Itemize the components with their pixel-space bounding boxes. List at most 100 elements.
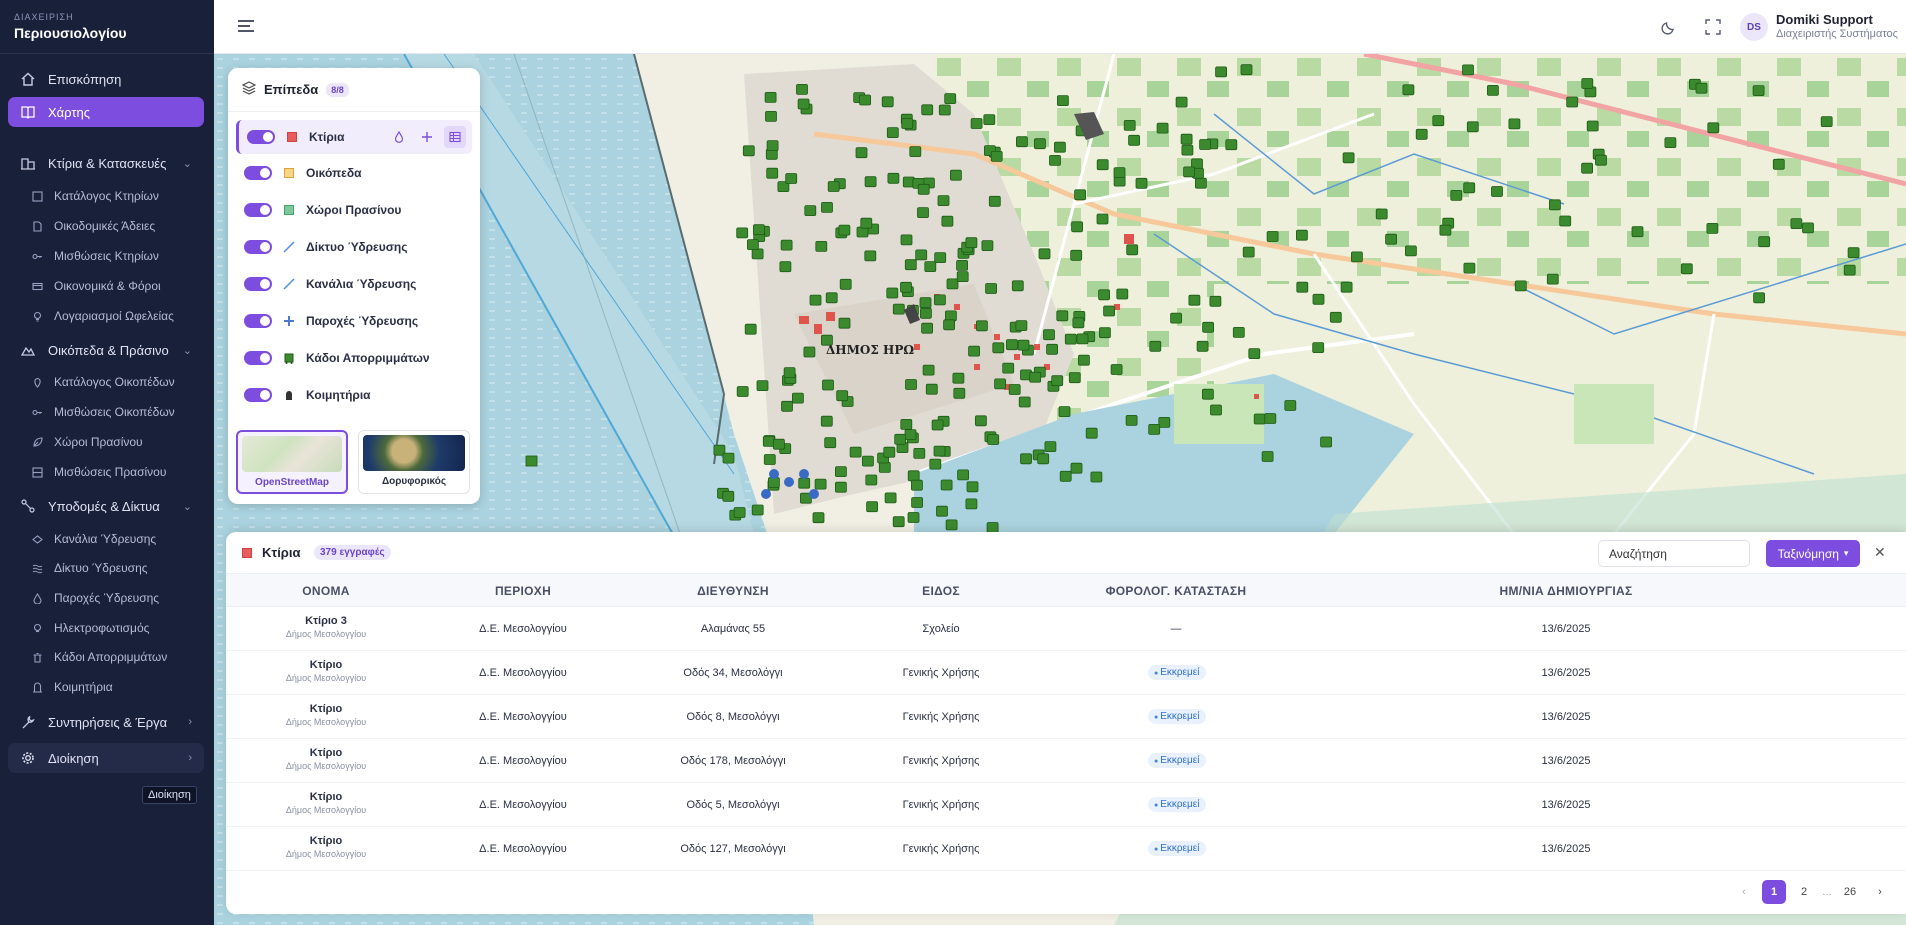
bin-marker[interactable] xyxy=(909,146,922,157)
bin-marker[interactable] xyxy=(1074,189,1086,201)
bin-marker[interactable] xyxy=(985,283,997,294)
pager-page-1[interactable]: 1 xyxy=(1762,880,1786,904)
nav-utility-bills[interactable]: Λογαριασμοί Ωφελείας xyxy=(30,304,208,328)
bin-marker[interactable] xyxy=(911,479,923,491)
bin-marker[interactable] xyxy=(751,504,764,516)
bin-marker[interactable] xyxy=(1215,66,1227,78)
bin-marker[interactable] xyxy=(1116,288,1129,300)
bin-marker[interactable] xyxy=(919,297,932,309)
bin-marker[interactable] xyxy=(1581,162,1593,174)
bin-marker[interactable] xyxy=(722,490,735,502)
layer-row-buildings[interactable]: Κτίρια xyxy=(236,120,472,154)
nav-map[interactable]: Χάρτης xyxy=(8,97,204,127)
bin-marker[interactable] xyxy=(1085,427,1098,439)
nav-plot-leases[interactable]: Μισθώσεις Οικοπέδων xyxy=(30,400,208,424)
bin-marker[interactable] xyxy=(1491,186,1503,197)
bin-marker[interactable] xyxy=(1508,118,1521,130)
bin-marker[interactable] xyxy=(1090,471,1103,483)
bin-marker[interactable] xyxy=(836,390,849,402)
bin-marker[interactable] xyxy=(783,367,796,379)
bin-marker[interactable] xyxy=(1016,136,1028,148)
bin-marker[interactable] xyxy=(1057,95,1069,106)
bin-marker[interactable] xyxy=(1156,122,1169,134)
table-row[interactable]: Κτίριο Δήμος Μεσολογγίου Δ.Ε. Μεσολογγίου Ο… xyxy=(226,783,1906,827)
bin-marker[interactable] xyxy=(1098,289,1110,301)
bin-marker[interactable] xyxy=(1072,317,1085,329)
bin-marker[interactable] xyxy=(1099,327,1111,339)
bin-marker[interactable] xyxy=(905,379,917,390)
bin-marker[interactable] xyxy=(884,492,897,504)
bin-marker[interactable] xyxy=(907,470,920,482)
bin-marker[interactable] xyxy=(1463,182,1476,194)
bin-marker[interactable] xyxy=(762,435,775,447)
bin-marker[interactable] xyxy=(747,239,759,251)
bin-marker[interactable] xyxy=(1261,451,1274,462)
bin-marker[interactable] xyxy=(934,252,947,264)
bin-marker[interactable] xyxy=(1581,78,1594,89)
bin-marker[interactable] xyxy=(1329,311,1342,323)
pager-page-2[interactable]: 2 xyxy=(1792,880,1816,904)
bin-marker[interactable] xyxy=(1126,244,1139,256)
nav-plot-catalog[interactable]: Κατάλογος Οικοπέδων xyxy=(30,370,208,394)
bin-marker[interactable] xyxy=(1232,326,1245,338)
bin-marker[interactable] xyxy=(987,434,1000,445)
bin-marker[interactable] xyxy=(892,516,905,528)
bin-marker[interactable] xyxy=(1546,273,1559,285)
bin-marker[interactable] xyxy=(792,392,804,404)
bin-marker[interactable] xyxy=(1753,292,1765,304)
plus-icon[interactable] xyxy=(416,126,438,148)
layer-row-plots[interactable]: Οικόπεδα xyxy=(236,156,472,190)
nav-building-leases[interactable]: Μισθώσεις Κτηρίων xyxy=(30,244,208,268)
nav-green-leases[interactable]: Μισθώσεις Πρασίνου xyxy=(30,460,208,484)
bin-marker[interactable] xyxy=(934,294,946,306)
bin-marker[interactable] xyxy=(1385,233,1397,245)
bin-marker[interactable] xyxy=(976,320,988,332)
droplet-icon[interactable] xyxy=(388,126,410,148)
layer-toggle[interactable] xyxy=(247,130,275,144)
nav-plots-section[interactable]: Οικόπεδα & Πράσινο ⌄ xyxy=(8,335,204,365)
bin-marker[interactable] xyxy=(1790,218,1803,230)
table-row[interactable]: Κτίριο 3 Δήμος Μεσολογγίου Δ.Ε. Μεσολογγίο… xyxy=(226,607,1906,651)
bin-marker[interactable] xyxy=(866,501,878,513)
bin-marker[interactable] xyxy=(1320,436,1332,448)
bin-marker[interactable] xyxy=(1296,229,1308,241)
basemap-osm[interactable]: OpenStreetMap xyxy=(236,430,348,494)
bin-marker[interactable] xyxy=(1135,177,1148,189)
bin-marker[interactable] xyxy=(1199,139,1211,150)
bin-marker[interactable] xyxy=(936,505,948,517)
bin-marker[interactable] xyxy=(862,455,874,467)
bin-marker[interactable] xyxy=(931,419,944,431)
bin-marker[interactable] xyxy=(1017,339,1030,351)
bin-marker[interactable] xyxy=(1110,364,1123,375)
sort-button[interactable]: Ταξινόμηση ▾ xyxy=(1766,540,1860,567)
layer-toggle[interactable] xyxy=(244,351,272,365)
bin-marker[interactable] xyxy=(525,455,538,467)
bin-marker[interactable] xyxy=(1706,222,1719,234)
bin-marker[interactable] xyxy=(768,477,780,488)
column-header-area[interactable]: ΠΕΡΙΟΧΗ xyxy=(426,584,620,598)
bin-marker[interactable] xyxy=(821,201,833,213)
nav-green-spaces[interactable]: Χώροι Πρασίνου xyxy=(30,430,208,454)
bin-marker[interactable] xyxy=(864,176,877,188)
bin-marker[interactable] xyxy=(838,224,851,236)
bin-marker[interactable] xyxy=(894,433,907,445)
bin-marker[interactable] xyxy=(965,237,978,249)
layer-toggle[interactable] xyxy=(244,203,272,217)
bin-marker[interactable] xyxy=(887,172,900,184)
bin-marker[interactable] xyxy=(1264,413,1277,424)
bin-marker[interactable] xyxy=(1128,134,1140,146)
bin-marker[interactable] xyxy=(824,437,837,449)
bin-marker[interactable] xyxy=(1242,246,1255,258)
bin-marker[interactable] xyxy=(966,481,979,493)
bin-marker[interactable] xyxy=(1225,139,1238,151)
table-row[interactable]: Κτίριο Δήμος Μεσολογγίου Δ.Ε. Μεσολογγίου Ο… xyxy=(226,695,1906,739)
bin-marker[interactable] xyxy=(1038,248,1051,260)
bin-marker[interactable] xyxy=(921,104,934,116)
bin-marker[interactable] xyxy=(855,147,868,159)
bin-marker[interactable] xyxy=(883,446,896,458)
bin-marker[interactable] xyxy=(1125,414,1138,426)
bin-marker[interactable] xyxy=(822,379,834,391)
bin-marker[interactable] xyxy=(838,317,851,329)
bin-marker[interactable] xyxy=(753,224,765,236)
bin-marker[interactable] xyxy=(1188,294,1201,306)
